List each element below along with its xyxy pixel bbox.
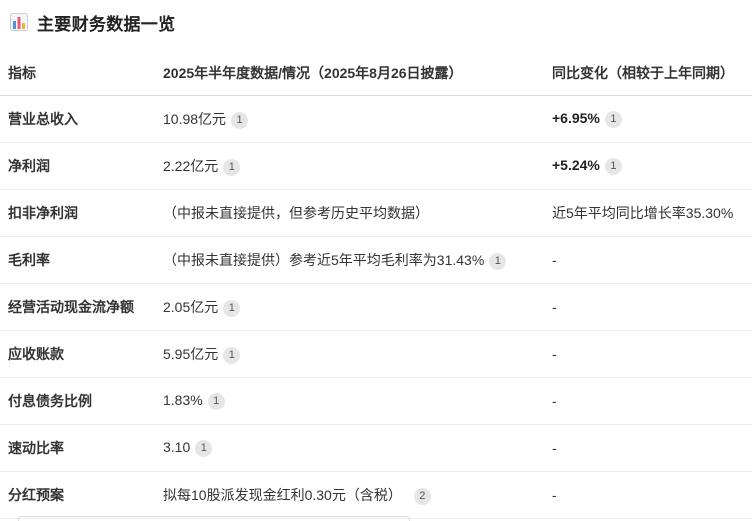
financial-data-table: 指标 2025年半年度数据/情况（2025年8月26日披露） 同比变化（相较于上…	[0, 50, 752, 519]
table-header-row: 指标 2025年半年度数据/情况（2025年8月26日披露） 同比变化（相较于上…	[0, 50, 752, 96]
citation-badge[interactable]: 1	[604, 158, 622, 175]
table-row: 经营活动现金流净额 2.05亿元 1 -	[0, 283, 752, 331]
value-cell: 1.83% 1	[155, 377, 544, 425]
change-cell: -	[544, 236, 752, 284]
citation-badge[interactable]: 1	[223, 300, 241, 317]
value-cell: （中报未直接提供，但参考历史平均数据）	[155, 189, 544, 237]
column-header-value: 2025年半年度数据/情况（2025年8月26日披露）	[155, 50, 544, 96]
metric-cell: 毛利率	[0, 236, 155, 284]
value-text: 拟每10股派发现金红利0.30元（含税）	[163, 487, 402, 503]
value-text: （中报未直接提供）参考近5年平均毛利率为31.43%	[163, 252, 485, 268]
table-row: 付息债务比例 1.83% 1 -	[0, 377, 752, 425]
table-row: 营业总收入 10.98亿元 1 +6.95% 1	[0, 95, 752, 143]
citation-badge[interactable]: 1	[207, 393, 225, 410]
value-cell: （中报未直接提供）参考近5年平均毛利率为31.43% 1	[155, 236, 544, 284]
value-cell: 2.22亿元 1	[155, 142, 544, 190]
column-header-metric: 指标	[0, 50, 155, 96]
citation-badge[interactable]: 1	[604, 111, 622, 128]
citation-badge[interactable]: 2	[413, 488, 431, 505]
metric-cell: 经营活动现金流净额	[0, 283, 155, 331]
value-text: 1.83%	[163, 392, 203, 408]
value-text: 3.10	[163, 439, 191, 455]
value-text: 2.05亿元	[163, 299, 219, 315]
change-cell: -	[544, 283, 752, 331]
citation-badge[interactable]: 1	[195, 440, 213, 457]
change-cell: -	[544, 471, 752, 519]
change-text: +6.95%	[552, 110, 600, 126]
financial-summary-page: 主要财务数据一览 指标 2025年半年度数据/情况（2025年8月26日披露） …	[0, 0, 752, 521]
table-row: 速动比率 3.10 1 -	[0, 424, 752, 472]
horizontal-scrollbar[interactable]	[18, 516, 410, 521]
value-cell: 3.10 1	[155, 424, 544, 472]
value-cell: 10.98亿元 1	[155, 95, 544, 143]
change-text: +5.24%	[552, 157, 600, 173]
citation-badge[interactable]: 1	[231, 112, 249, 129]
citation-badge[interactable]: 1	[489, 253, 507, 270]
change-cell: -	[544, 424, 752, 472]
metric-cell: 分红预案	[0, 471, 155, 519]
table-row: 扣非净利润 （中报未直接提供，但参考历史平均数据） 近5年平均同比增长率35.3…	[0, 189, 752, 237]
change-cell: 近5年平均同比增长率35.30%	[544, 189, 752, 237]
metric-cell: 扣非净利润	[0, 189, 155, 237]
bar-chart-icon	[10, 13, 28, 31]
value-text: 2.22亿元	[163, 158, 219, 174]
table-row: 净利润 2.22亿元 1 +5.24% 1	[0, 142, 752, 190]
table-row: 应收账款 5.95亿元 1 -	[0, 330, 752, 378]
metric-cell: 速动比率	[0, 424, 155, 472]
value-cell: 拟每10股派发现金红利0.30元（含税） 2	[155, 471, 544, 519]
metric-cell: 净利润	[0, 142, 155, 190]
metric-cell: 应收账款	[0, 330, 155, 378]
section-heading: 主要财务数据一览	[10, 9, 175, 35]
change-cell: -	[544, 377, 752, 425]
value-cell: 5.95亿元 1	[155, 330, 544, 378]
change-cell: +6.95% 1	[544, 95, 752, 143]
value-text: 5.95亿元	[163, 346, 219, 362]
citation-badge[interactable]: 1	[223, 347, 241, 364]
section-title: 主要财务数据一览	[37, 14, 176, 34]
change-cell: -	[544, 330, 752, 378]
column-header-change: 同比变化（相较于上年同期）	[544, 50, 752, 96]
change-cell: +5.24% 1	[544, 142, 752, 190]
metric-cell: 营业总收入	[0, 95, 155, 143]
value-text: （中报未直接提供，但参考历史平均数据）	[163, 205, 429, 221]
value-cell: 2.05亿元 1	[155, 283, 544, 331]
change-text: 近5年平均同比增长率35.30%	[552, 205, 734, 221]
metric-cell: 付息债务比例	[0, 377, 155, 425]
table-row: 分红预案 拟每10股派发现金红利0.30元（含税） 2 -	[0, 471, 752, 519]
value-text: 10.98亿元	[163, 111, 227, 127]
table-row: 毛利率 （中报未直接提供）参考近5年平均毛利率为31.43% 1 -	[0, 236, 752, 284]
citation-badge[interactable]: 1	[223, 159, 241, 176]
